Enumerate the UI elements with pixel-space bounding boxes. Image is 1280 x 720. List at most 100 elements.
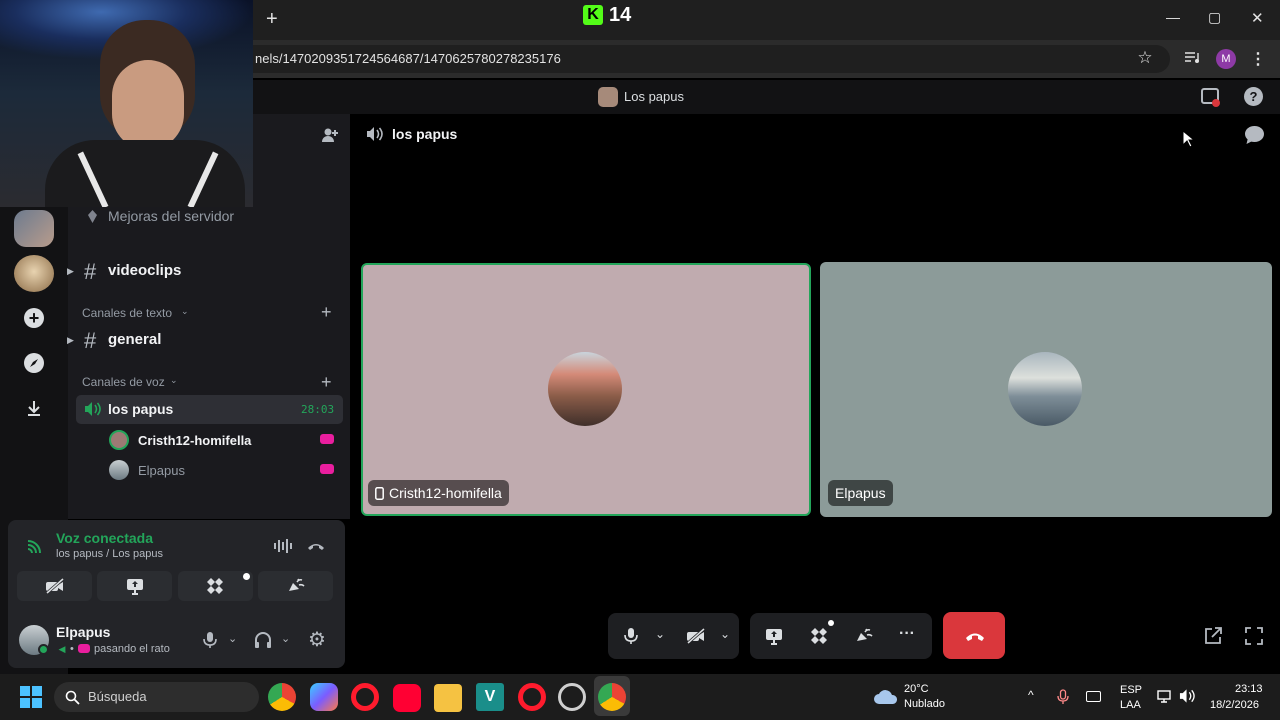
server-icon-small bbox=[598, 87, 618, 107]
language-top[interactable]: ESP bbox=[1120, 684, 1142, 696]
server-name: Los papus bbox=[624, 89, 684, 104]
voice-member-name[interactable]: Cristh12-homifella bbox=[138, 433, 251, 448]
browser-menu-icon[interactable]: ⋮ bbox=[1250, 50, 1266, 68]
invite-people-icon[interactable] bbox=[320, 126, 340, 144]
volume-icon[interactable] bbox=[1179, 688, 1195, 704]
media-control-icon[interactable] bbox=[1183, 49, 1201, 67]
bookmark-star-icon[interactable]: ☆ bbox=[1136, 48, 1154, 67]
chevron-down-icon[interactable]: ⌄ bbox=[655, 627, 665, 641]
screen-share-icon bbox=[125, 577, 145, 595]
chat-bubble-icon[interactable] bbox=[1243, 125, 1265, 145]
activities-icon[interactable] bbox=[809, 626, 829, 646]
youtube-icon[interactable] bbox=[393, 684, 421, 712]
opera-icon[interactable] bbox=[351, 683, 379, 711]
network-icon[interactable] bbox=[1156, 688, 1172, 704]
camera-off-icon[interactable] bbox=[686, 626, 706, 646]
activity-icon bbox=[320, 464, 334, 474]
taskbar-search-placeholder: Búsqueda bbox=[88, 689, 147, 704]
collapse-arrow-icon[interactable]: ▶ bbox=[67, 266, 74, 277]
close-window-button[interactable]: ✕ bbox=[1251, 9, 1264, 27]
text-category[interactable]: Canales de texto bbox=[82, 306, 172, 320]
chrome-profile-icon[interactable] bbox=[598, 683, 626, 711]
url-text: nels/1470209351724564687/147062578027823… bbox=[255, 51, 561, 66]
notification-dot bbox=[1212, 99, 1220, 107]
restore-button[interactable]: ▢ bbox=[1208, 9, 1221, 26]
voice-category[interactable]: Canales de voz bbox=[82, 375, 165, 389]
obs-icon[interactable] bbox=[558, 683, 586, 711]
chevron-down-icon[interactable]: ⌄ bbox=[281, 632, 290, 645]
fullscreen-icon[interactable] bbox=[1243, 626, 1265, 646]
participant-avatar bbox=[548, 352, 622, 426]
microphone-icon[interactable] bbox=[622, 626, 640, 646]
windows-start-icon[interactable] bbox=[20, 686, 42, 708]
chevron-down-icon[interactable]: ⌄ bbox=[228, 632, 237, 645]
voice-channel-name: los papus bbox=[108, 401, 174, 417]
taskbar-time[interactable]: 23:13 bbox=[1235, 683, 1263, 695]
new-badge-dot bbox=[243, 573, 250, 580]
collapse-arrow-icon[interactable]: ▶ bbox=[67, 335, 74, 346]
file-explorer-icon[interactable] bbox=[434, 684, 462, 712]
weather-desc: Nublado bbox=[904, 698, 945, 710]
server-avatar-1[interactable] bbox=[14, 210, 54, 247]
show-hidden-icons-icon[interactable]: ^ bbox=[1028, 688, 1034, 702]
weather-cloud-icon[interactable] bbox=[873, 687, 899, 705]
participant-avatar bbox=[1008, 352, 1082, 426]
participant-label: Elpapus bbox=[828, 480, 893, 506]
vegas-icon[interactable]: V bbox=[476, 683, 504, 711]
add-server-icon[interactable]: + bbox=[24, 308, 44, 328]
microphone-tray-icon[interactable] bbox=[1057, 689, 1069, 705]
headphones-icon[interactable] bbox=[254, 630, 272, 650]
participant-name: Cristh12-homifella bbox=[389, 485, 502, 501]
user-name[interactable]: Elpapus bbox=[56, 624, 110, 640]
copilot-icon[interactable] bbox=[310, 683, 338, 711]
boost-label[interactable]: Mejoras del servidor bbox=[108, 208, 234, 224]
opera-gx-icon[interactable] bbox=[518, 683, 546, 711]
hang-up-icon bbox=[964, 629, 986, 643]
chevron-down-icon: ⌄ bbox=[170, 375, 178, 385]
chrome-icon[interactable] bbox=[268, 683, 296, 711]
screen-share-icon[interactable] bbox=[764, 626, 784, 646]
speaking-icon: ◀ bbox=[58, 643, 66, 654]
participant-label: Cristh12-homifella bbox=[368, 480, 509, 506]
new-tab-button[interactable]: + bbox=[266, 8, 278, 31]
member-avatar[interactable] bbox=[109, 430, 129, 450]
download-icon[interactable] bbox=[24, 398, 44, 418]
voice-location[interactable]: los papus / Los papus bbox=[56, 548, 163, 560]
user-status: pasando el rato bbox=[94, 643, 170, 655]
channel-videoclips[interactable]: videoclips bbox=[108, 262, 181, 279]
chevron-down-icon[interactable]: ⌄ bbox=[720, 627, 730, 641]
help-icon[interactable]: ? bbox=[1244, 87, 1263, 106]
member-avatar[interactable] bbox=[109, 460, 129, 480]
minimize-button[interactable]: — bbox=[1166, 9, 1180, 25]
mobile-phone-icon bbox=[375, 486, 384, 500]
disconnect-icon[interactable] bbox=[306, 537, 326, 555]
create-voice-channel-button[interactable]: + bbox=[321, 372, 332, 393]
keyboard-tray-icon[interactable] bbox=[1086, 691, 1101, 702]
voice-channel-icon bbox=[366, 126, 384, 142]
connection-signal-icon[interactable] bbox=[25, 537, 43, 555]
pop-out-icon[interactable] bbox=[1202, 626, 1224, 646]
create-text-channel-button[interactable]: + bbox=[321, 302, 332, 323]
soundboard-icon bbox=[286, 577, 306, 595]
taskbar-search-box[interactable] bbox=[54, 682, 259, 712]
voice-member-name[interactable]: Elpapus bbox=[138, 463, 185, 478]
soundboard-icon[interactable] bbox=[854, 626, 874, 646]
channel-header-title: los papus bbox=[392, 126, 458, 142]
voice-status: Voz conectada bbox=[56, 530, 153, 546]
microphone-icon[interactable] bbox=[202, 630, 218, 650]
more-options-button[interactable]: ··· bbox=[899, 625, 915, 643]
channel-general[interactable]: general bbox=[108, 331, 161, 348]
settings-gear-icon[interactable]: ⚙ bbox=[307, 629, 327, 651]
online-status-dot bbox=[38, 644, 49, 655]
server-avatar-2[interactable] bbox=[14, 255, 54, 292]
taskbar-date[interactable]: 18/2/2026 bbox=[1210, 699, 1259, 711]
activity-icon bbox=[320, 434, 334, 444]
webcam-overlay bbox=[0, 0, 253, 207]
discover-icon[interactable] bbox=[24, 353, 44, 373]
language-bottom[interactable]: LAA bbox=[1120, 699, 1141, 711]
search-icon bbox=[64, 689, 80, 705]
noise-suppression-icon[interactable] bbox=[273, 537, 293, 555]
new-badge-dot bbox=[828, 620, 834, 626]
boost-gem-icon bbox=[86, 208, 98, 224]
profile-avatar[interactable]: M bbox=[1216, 49, 1236, 69]
